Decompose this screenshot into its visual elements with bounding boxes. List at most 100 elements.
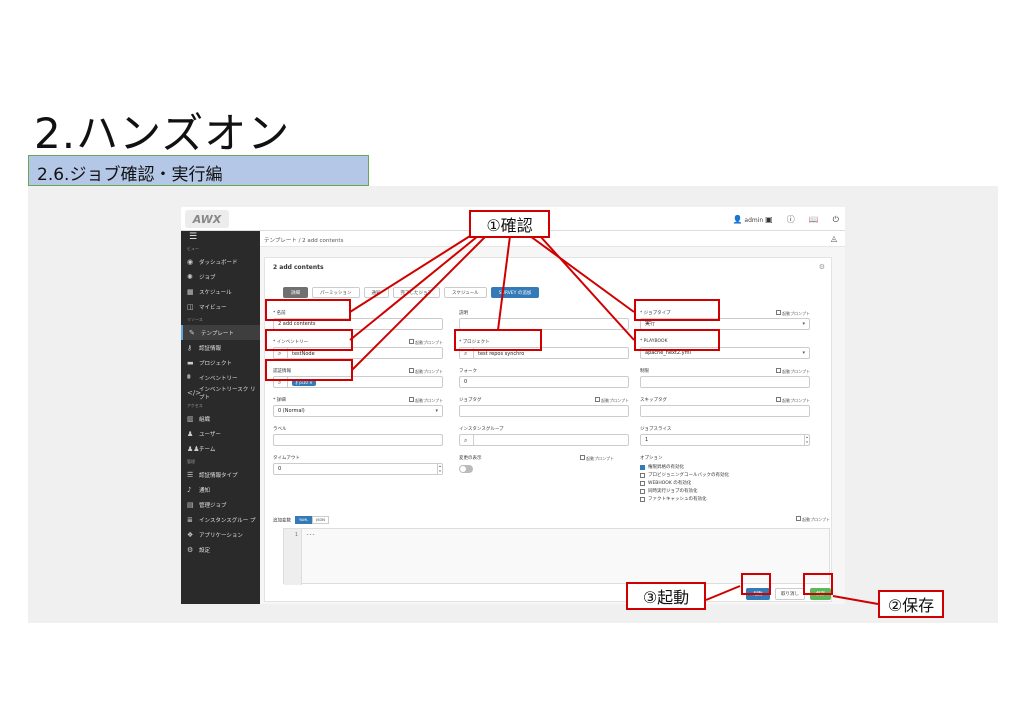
sidebar-item-management-jobs[interactable]: ▤ 管理ジョブ [181,497,260,512]
job-tags-field: ジョブタグ 起動プロンプト [459,397,629,417]
prompt-checkbox-verbosity[interactable]: 起動プロンプト [408,397,443,404]
prompt-checkbox-credentials[interactable]: 起動プロンプト [408,368,443,375]
form-tabs: 詳細 パーミッション 通知 完了したジョブ スケジュール SURVEY の追加 [283,287,540,298]
sidebar-item-instance-groups[interactable]: ≣ インスタンスグルー プ [181,512,260,527]
option-privilege-escalation[interactable]: 権限昇格の有効化 [640,463,810,471]
breadcrumb-text[interactable]: テンプレート / 2 add contents [264,238,343,244]
tab-permissions[interactable]: パーミッション [312,287,360,298]
sidebar-item-projects[interactable]: ▬ プロジェクト [181,355,260,370]
option-label: 権限昇格の有効化 [648,465,684,470]
server-icon: ≣ [187,515,193,524]
tab-completed-jobs[interactable]: 完了したジョブ [392,287,440,298]
json-toggle[interactable]: JSON [312,516,329,524]
sidebar-item-notifications[interactable]: ♪ 通知 [181,482,260,497]
forks-input[interactable]: 0 [459,376,629,388]
jobs-badge-icon[interactable]: ▣ [765,215,773,224]
highlight-playbook [634,329,720,351]
prompt-checkbox-limit[interactable]: 起動プロンプト [775,368,810,375]
option-provisioning-callback[interactable]: プロビジョニングコールバックの有効化 [640,471,810,479]
job-slicing-value: 1 [645,437,649,443]
sidebar-item-label: スケジュール [199,289,232,296]
sidebar: ☰ ビュー ◉ ダッシュボード ✺ ジョブ ▦ スケジュール ◫ マイビュー リソース … [181,231,260,604]
yaml-toggle[interactable]: YAML [295,516,313,524]
prompt-label: 起動プロンプト [586,456,614,461]
labels-input[interactable] [273,434,443,446]
tab-schedules[interactable]: スケジュール [444,287,487,298]
cancel-button[interactable]: 取り消し [775,588,805,600]
prompt-checkbox-job-tags[interactable]: 起動プロンプト [594,397,629,404]
sidebar-item-jobs[interactable]: ✺ ジョブ [181,269,260,284]
job-type-value: 実行 [645,321,656,327]
job-tags-label: ジョブタグ 起動プロンプト [459,397,629,405]
limit-input[interactable] [640,376,810,388]
docs-icon[interactable]: 📖 [809,215,819,224]
sidebar-item-dashboard[interactable]: ◉ ダッシュボード [181,254,260,269]
prompt-checkbox-inventory[interactable]: 起動プロンプト [408,339,443,346]
verbosity-select[interactable]: 0 (Normal) ▾ [273,405,443,417]
hamburger-icon[interactable]: ☰ [181,231,260,243]
tab-add-survey[interactable]: SURVEY の追加 [490,287,540,298]
bell-icon: ♪ [187,485,192,494]
checkbox-icon [408,397,414,402]
prompt-label: 起動プロンプト [415,369,443,374]
power-icon[interactable]: ⏻ [833,215,839,225]
prompt-checkbox-show-changes[interactable]: 起動プロンプト [579,455,614,462]
sidebar-item-label: 組織 [199,416,211,423]
sidebar-item-teams[interactable]: ♟♟ チーム [181,441,260,456]
highlight-job-type [634,299,720,321]
prompt-checkbox-job-type[interactable]: 起動プロンプト [775,310,810,317]
sidebar-item-label: 認証情報 [199,345,222,352]
sidebar-item-users[interactable]: ♟ ユーザー [181,426,260,441]
sidebar-item-label: テンプレート [201,330,234,337]
info-icon[interactable]: ⓘ [787,214,795,225]
stepper-icon[interactable]: ▴ ▾ [437,464,442,474]
stepper-icon[interactable]: ▴ ▾ [804,435,809,445]
format-toggle: YAML JSON [295,516,329,524]
columns-icon: ◫ [187,302,194,311]
highlight-name [265,299,351,321]
option-webhook[interactable]: WEBHOOK の有効化 [640,479,810,487]
awx-logo[interactable]: AWX [185,210,229,228]
sidebar-item-settings[interactable]: ⚙ 設定 [181,542,260,557]
form-title: 2 add contents [273,264,324,271]
sidebar-item-schedules[interactable]: ▦ スケジュール [181,284,260,299]
sidebar-section-view: ビュー [187,246,199,251]
activity-stream-icon[interactable]: ◬ [831,234,837,243]
instance-groups-field: インスタンスグループ ⌕ [459,426,629,446]
show-changes-toggle[interactable] [459,465,473,473]
timeout-input[interactable]: 0 ▴ ▾ [273,463,443,475]
user-menu[interactable]: 👤 admin ▣ [733,215,773,224]
sidebar-item-inventories[interactable]: ⩩ インベントリー [181,370,260,385]
sidebar-section-admin: 管理 [187,459,195,464]
sidebar-item-my-view[interactable]: ◫ マイビュー [181,299,260,314]
tab-details[interactable]: 詳細 [283,287,308,298]
sidebar-item-organizations[interactable]: ▥ 組織 [181,411,260,426]
sidebar-item-credentials[interactable]: ⚷ 認証情報 [181,340,260,355]
sidebar-item-applications[interactable]: ❖ アプリケーション [181,527,260,542]
verbosity-value: 0 (Normal) [278,408,305,414]
checkbox-icon [640,496,645,502]
highlight-save [803,573,833,595]
prompt-checkbox-skip-tags[interactable]: 起動プロンプト [775,397,810,404]
skip-tags-input[interactable] [640,405,810,417]
job-slicing-input[interactable]: 1 ▴ ▾ [640,434,810,446]
sidebar-item-credential-types[interactable]: ☰ 認証情報タイプ [181,467,260,482]
option-label: 同時実行ジョブの有効化 [648,489,698,494]
search-icon[interactable]: ⌕ [464,435,474,445]
prompt-label: 起動プロンプト [782,398,810,403]
panel-settings-icon[interactable]: ⚙ [819,263,825,271]
sidebar-item-templates[interactable]: ✎ テンプレート [181,325,260,340]
job-tags-input[interactable] [459,405,629,417]
chevron-down-icon: ▾ [802,350,805,356]
sidebar-item-label: プロジェクト [199,360,233,367]
checkbox-icon [640,472,645,478]
sidebar-item-inventory-scripts[interactable]: </> インベントリースク リプト [181,385,260,401]
option-fact-cache[interactable]: ファクトキャッシュの有効化 [640,495,810,503]
tab-notifications[interactable]: 通知 [363,287,389,298]
code-content: --- [306,532,316,538]
prompt-checkbox-extra-vars[interactable]: 起動プロンプト [795,516,830,523]
sitemap-icon: ⩩ [187,373,191,381]
sidebar-item-label: 通知 [199,487,211,494]
option-concurrent-jobs[interactable]: 同時実行ジョブの有効化 [640,487,810,495]
instance-groups-lookup[interactable]: ⌕ [459,434,629,446]
